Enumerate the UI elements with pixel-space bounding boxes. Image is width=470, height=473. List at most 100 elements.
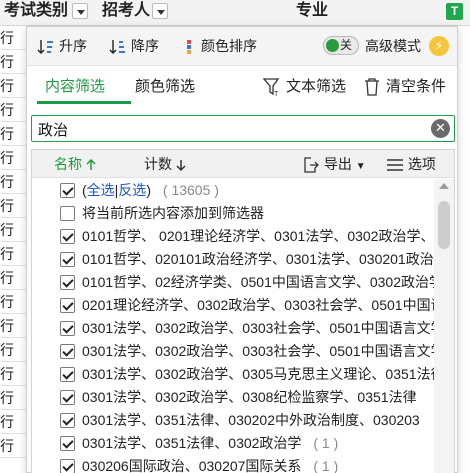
checkbox[interactable]: [60, 298, 75, 313]
arrow-down-icon: [176, 160, 186, 172]
sort-by-name-button[interactable]: 名称: [54, 154, 96, 174]
arrow-up-icon: [86, 159, 96, 171]
scrollbar-thumb[interactable]: [438, 201, 450, 249]
invert-selection-link[interactable]: 反选: [118, 182, 146, 198]
advanced-mode-toggle[interactable]: 关: [323, 36, 359, 55]
list-item[interactable]: 0301法学、0302政治学、0303社会学、0501中国语言文学: [32, 340, 434, 363]
checkbox[interactable]: [60, 367, 75, 382]
select-all-text: (全选|反选) ( 13605 ): [82, 182, 219, 198]
sheet-header-row: 考试类别 招考人数 专业 T: [0, 0, 470, 26]
list-item-count: 1: [321, 458, 330, 473]
list-item-label: 0101哲学、02经济学类、0501中国语言文学、0302政治学: [82, 274, 434, 290]
list-item-text: 030206国际政治、030207国际关系 ( 1 ): [82, 458, 339, 473]
checkbox[interactable]: [60, 390, 75, 405]
sheet-row-stub: 行: [0, 146, 26, 170]
active-filter-icon[interactable]: T: [446, 3, 463, 20]
lightning-icon[interactable]: ⚡: [429, 36, 449, 56]
filter-dropdown-icon[interactable]: [152, 3, 168, 19]
search-input[interactable]: [38, 119, 418, 139]
list-item[interactable]: 0201理论经济学、0302政治学、0303社会学、0501中国语言: [32, 294, 434, 317]
list-item-label: 0301法学、0302政治学、0303社会学、0501中国语言文学: [82, 343, 434, 359]
list-item-label: 0301法学、0302政治学、0305马克思主义理论、0351法律: [82, 366, 434, 382]
checkbox[interactable]: [60, 275, 75, 290]
export-icon: [304, 157, 319, 173]
options-button[interactable]: 选项: [386, 154, 436, 174]
list-item-label: 0301法学、0351法律、030202中外政治制度、030203: [82, 412, 420, 428]
sort-descending-button[interactable]: 降序: [109, 35, 159, 57]
sort-by-count-button[interactable]: 计数: [144, 154, 186, 174]
advanced-mode-label: 高级模式: [365, 38, 421, 54]
list-item-label: 0101哲学、 0201理论经济学、0301法学、0302政治学、: [82, 228, 434, 244]
list-item-text: 0301法学、0351法律、0302政治学 ( 1 ): [82, 435, 339, 451]
tab-color-filter[interactable]: 颜色筛选: [135, 77, 195, 97]
trash-icon: [365, 78, 379, 96]
toggle-state-label: 关: [340, 38, 353, 52]
checkbox[interactable]: [60, 459, 75, 473]
filter-dropdown-icon[interactable]: [72, 3, 88, 19]
select-all-link[interactable]: 全选: [87, 182, 115, 198]
funnel-icon: T: [262, 78, 280, 98]
sheet-row-stub: 行: [0, 218, 26, 242]
checkbox[interactable]: [60, 436, 75, 451]
text-filter-button[interactable]: T 文本筛选: [262, 77, 347, 98]
column-header-recruit-count[interactable]: 招考人数: [102, 0, 150, 26]
count-column-label: 计数: [144, 156, 172, 172]
add-to-filter-row[interactable]: 将当前所选内容添加到筛选器: [32, 202, 434, 225]
tab-content-filter[interactable]: 内容筛选: [45, 77, 105, 97]
column-header-major[interactable]: 专业: [296, 0, 356, 26]
scroll-up-icon[interactable]: [439, 183, 449, 189]
sort-ascending-icon: [37, 40, 53, 55]
list-item[interactable]: 0301法学、0302政治学、0303社会学、0501中国语言文学: [32, 317, 434, 340]
list-item-count: 1: [321, 435, 330, 451]
list-item-label: 0301法学、0302政治学、0303社会学、0501中国语言文学: [82, 320, 434, 336]
list-item[interactable]: 0101哲学、020101政治经济学、0301法学、030201政治学理论: [32, 248, 434, 271]
list-item[interactable]: 0101哲学、02经济学类、0501中国语言文学、0302政治学: [32, 271, 434, 294]
list-item[interactable]: 0301法学、0302政治学、0305马克思主义理论、0351法律: [32, 363, 434, 386]
checkbox[interactable]: [60, 229, 75, 244]
sort-toolbar: 升序 降序 颜色排序 关 高级模式 ⚡: [27, 27, 457, 66]
list-item[interactable]: 030206国际政治、030207国际关系 ( 1 ): [32, 455, 434, 473]
checkbox[interactable]: [60, 413, 75, 428]
export-button[interactable]: 导出 ▼: [302, 154, 366, 177]
clear-conditions-button[interactable]: 清空条件: [363, 77, 446, 97]
toggle-knob: [326, 39, 339, 52]
sheet-row-stub: 行: [0, 266, 26, 290]
clear-search-icon[interactable]: ✕: [431, 119, 450, 138]
checkbox[interactable]: [60, 252, 75, 267]
column-header-exam-type[interactable]: 考试类别: [4, 0, 70, 26]
list-item[interactable]: 0101哲学、 0201理论经济学、0301法学、0302政治学、: [32, 225, 434, 248]
clear-conditions-label: 清空条件: [386, 78, 447, 95]
list-header: 名称 计数 导出 ▼ 选项: [32, 150, 454, 178]
sheet-row-stub: 行: [0, 194, 26, 218]
total-count: 13605: [171, 182, 211, 198]
checkbox[interactable]: [60, 321, 75, 336]
vertical-scrollbar[interactable]: [434, 179, 454, 473]
list-item[interactable]: 0301法学、0351法律、0302政治学 ( 1 ): [32, 432, 434, 455]
name-column-label: 名称: [54, 156, 82, 172]
export-label: 导出: [323, 156, 352, 172]
sheet-row-stub: 行: [0, 170, 26, 194]
sort-ascending-label: 升序: [59, 38, 87, 54]
list-item[interactable]: 0301法学、0351法律、030202中外政治制度、030203: [32, 409, 434, 432]
add-to-filter-label: 将当前所选内容添加到筛选器: [82, 205, 264, 221]
filter-tab-bar: 内容筛选 颜色筛选 T 文本筛选 清空条件: [27, 67, 457, 105]
color-sort-button[interactable]: 颜色排序: [183, 35, 257, 57]
value-list-panel: 名称 计数 导出 ▼ 选项 (全选|反选) (13605) 将当前所选内容添…: [31, 149, 455, 473]
menu-icon: [387, 159, 403, 172]
filter-popup: 升序 降序 颜色排序 关 高级模式 ⚡ 内容筛选 颜色筛选 T 文本筛选 清空条…: [26, 26, 458, 473]
checkbox[interactable]: [60, 206, 75, 221]
sheet-row-stub: 行: [0, 362, 26, 386]
checkbox[interactable]: [60, 183, 75, 198]
color-sort-label: 颜色排序: [201, 38, 257, 54]
select-all-row[interactable]: (全选|反选) ( 13605 ): [32, 179, 434, 202]
checkbox[interactable]: [60, 344, 75, 359]
options-label: 选项: [407, 156, 436, 172]
sort-ascending-button[interactable]: 升序: [37, 35, 87, 57]
search-box: ✕: [31, 115, 455, 142]
sheet-row-stub: 行: [0, 290, 26, 314]
text-filter-label: 文本筛选: [286, 78, 347, 95]
sheet-row-stub: 行: [0, 434, 26, 458]
chevron-down-icon: ▼: [355, 161, 366, 172]
list-item[interactable]: 0301法学、0302政治学、0308纪检监察学、0351法律: [32, 386, 434, 409]
sheet-row-stub: 行: [0, 338, 26, 362]
